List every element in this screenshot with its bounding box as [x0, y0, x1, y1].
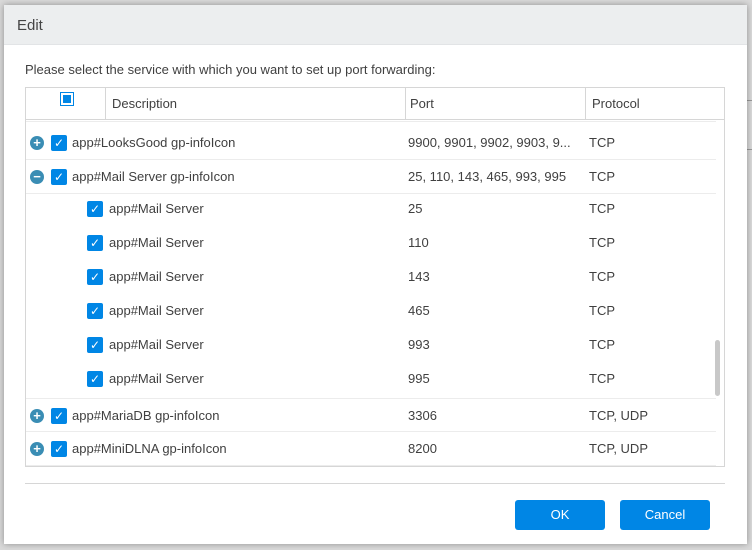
select-all-checkbox[interactable]: [60, 92, 74, 106]
row-description: app#MiniDLNA gp-infoIcon: [72, 441, 227, 456]
row-port: 143: [408, 269, 430, 284]
row-checkbox[interactable]: ✓: [51, 441, 67, 457]
services-grid: Description Port Protocol + ✓ app#LooksG…: [25, 87, 725, 467]
table-row[interactable]: + ✓ app#LooksGood gp-infoIcon 9900, 9901…: [26, 126, 716, 160]
row-description: app#Mail Server: [109, 303, 204, 318]
row-description: app#Mail Server: [109, 269, 204, 284]
row-checkbox[interactable]: ✓: [87, 269, 103, 285]
table-row-child[interactable]: ✓ app#Mail Server 110 TCP: [26, 226, 716, 260]
row-port: 8200: [408, 441, 437, 456]
table-row-child[interactable]: ✓ app#Mail Server 995 TCP: [26, 362, 716, 396]
expand-icon[interactable]: +: [30, 136, 44, 150]
row-port: 993: [408, 337, 430, 352]
cancel-button[interactable]: Cancel: [620, 500, 710, 530]
row-checkbox[interactable]: ✓: [87, 337, 103, 353]
row-checkbox[interactable]: ✓: [87, 303, 103, 319]
row-description: app#Mail Server: [109, 337, 204, 352]
footer-divider: [25, 483, 725, 484]
row-port: 995: [408, 371, 430, 386]
row-description: app#Mail Server: [109, 371, 204, 386]
expand-icon[interactable]: +: [30, 442, 44, 456]
table-row-partial: [26, 110, 716, 122]
row-protocol: TCP: [589, 303, 615, 318]
row-checkbox[interactable]: ✓: [51, 135, 67, 151]
row-description: app#Mail Server: [109, 235, 204, 250]
table-row-child[interactable]: ✓ app#Mail Server 143 TCP: [26, 260, 716, 294]
table-row[interactable]: + ✓ app#MariaDB gp-infoIcon 3306 TCP, UD…: [26, 398, 716, 432]
dialog-title: Edit: [17, 17, 43, 34]
row-protocol: TCP, UDP: [589, 441, 648, 456]
row-protocol: TCP, UDP: [589, 408, 648, 423]
row-checkbox[interactable]: ✓: [51, 408, 67, 424]
row-description: app#LooksGood gp-infoIcon: [72, 135, 236, 150]
row-protocol: TCP: [589, 201, 615, 216]
grid-scrollbar[interactable]: [715, 340, 720, 396]
instruction-text: Please select the service with which you…: [25, 62, 436, 77]
row-port: 25: [408, 201, 423, 216]
table-row-child[interactable]: ✓ app#Mail Server 465 TCP: [26, 294, 716, 328]
row-checkbox[interactable]: ✓: [87, 201, 103, 217]
ok-button[interactable]: OK: [515, 500, 605, 530]
row-protocol: TCP: [589, 235, 615, 250]
edit-dialog: Edit Please select the service with whic…: [4, 5, 747, 544]
row-checkbox[interactable]: ✓: [87, 235, 103, 251]
row-protocol: TCP: [589, 371, 615, 386]
collapse-icon[interactable]: −: [30, 170, 44, 184]
row-description: app#MariaDB gp-infoIcon: [72, 408, 220, 423]
expand-icon[interactable]: +: [30, 409, 44, 423]
table-row-child[interactable]: ✓ app#Mail Server 25 TCP: [26, 192, 716, 226]
row-port: 3306: [408, 408, 437, 423]
row-protocol: TCP: [589, 269, 615, 284]
row-port: 9900, 9901, 9902, 9903, 9...: [408, 135, 571, 150]
row-checkbox[interactable]: ✓: [87, 371, 103, 387]
table-row[interactable]: + ✓ app#MiniDLNA gp-infoIcon 8200 TCP, U…: [26, 432, 716, 466]
row-port: 465: [408, 303, 430, 318]
row-protocol: TCP: [589, 169, 615, 184]
row-port: 25, 110, 143, 465, 993, 995: [408, 169, 567, 184]
table-row-child[interactable]: ✓ app#Mail Server 993 TCP: [26, 328, 716, 362]
table-row[interactable]: − ✓ app#Mail Server gp-infoIcon 25, 110,…: [26, 160, 716, 194]
dialog-titlebar[interactable]: Edit: [4, 5, 747, 45]
row-protocol: TCP: [589, 135, 615, 150]
row-description: app#Mail Server: [109, 201, 204, 216]
row-port: 110: [408, 235, 429, 250]
row-checkbox[interactable]: ✓: [51, 169, 67, 185]
row-description: app#Mail Server gp-infoIcon: [72, 169, 235, 184]
row-protocol: TCP: [589, 337, 615, 352]
